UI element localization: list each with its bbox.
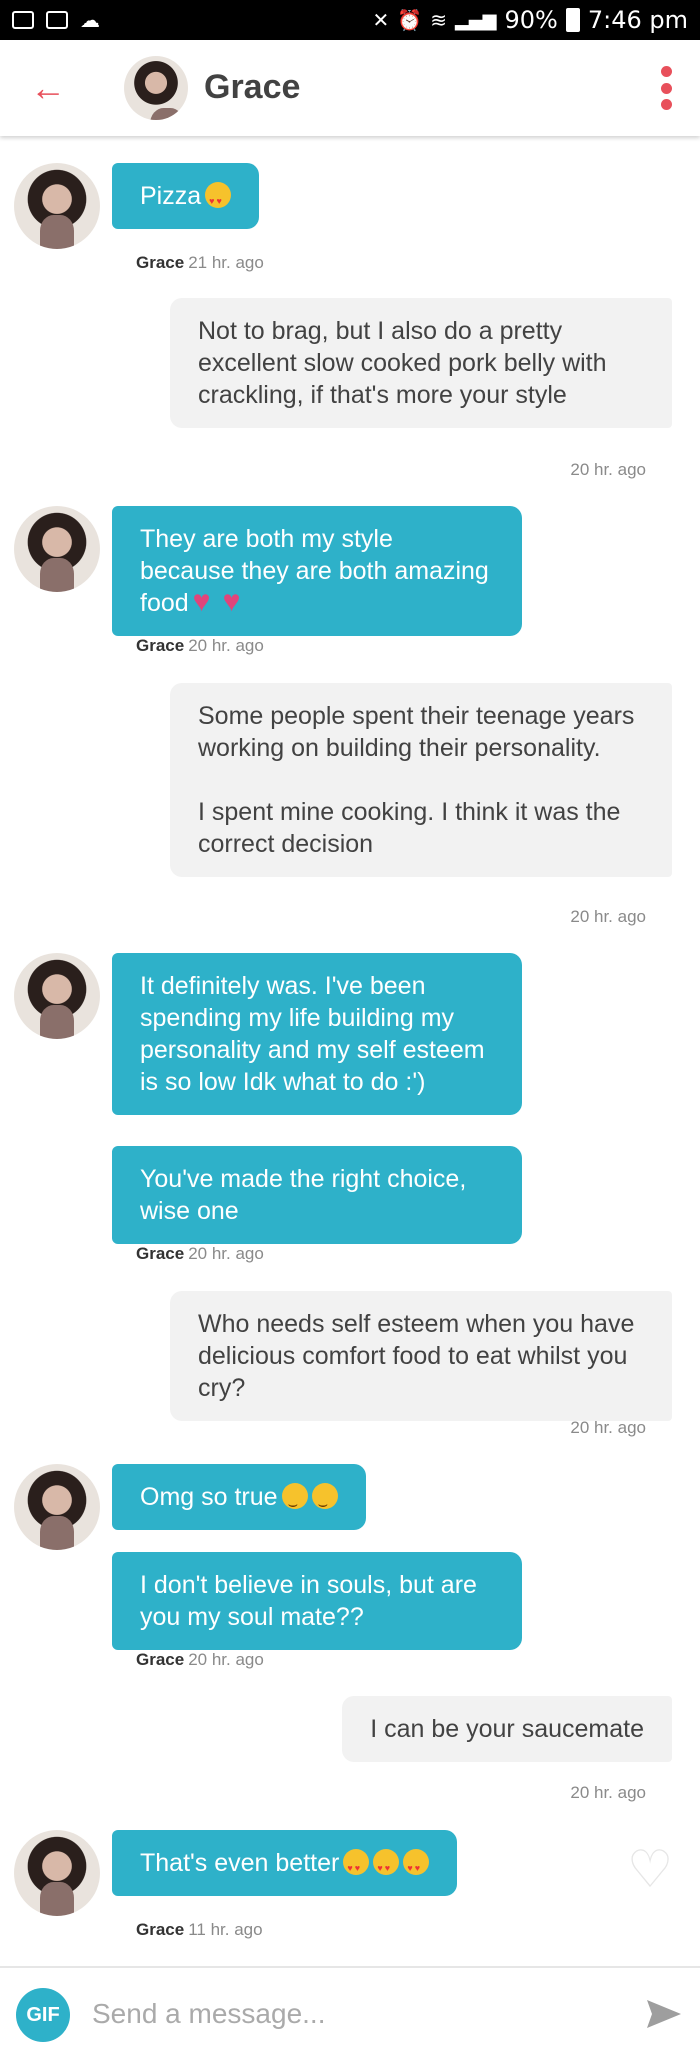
message-bubble-incoming: I don't believe in souls, but are you my… [112,1552,522,1650]
status-bar: ☁ ✕ ⏰ ≋ ▂▄▆ 90% 7:46 pm [0,0,700,40]
more-options-icon[interactable] [656,66,676,110]
mute-icon: ✕ [372,8,390,32]
sparkling-heart-emoji-icon [193,589,219,615]
message-time: 20 hr. ago [570,907,646,926]
message-time: 20 hr. ago [570,460,646,479]
cloud-icon: ☁ [80,9,100,32]
message-bubble-incoming: You've made the right choice, wise one [112,1146,522,1244]
like-heart-icon[interactable]: ♡ [626,1844,674,1896]
message-bubble-incoming: They are both my style because they are … [112,506,522,636]
heart-eyes-emoji-icon [343,1849,370,1884]
message-bubble-incoming: It definitely was. I've been spending my… [112,953,522,1115]
message-bubble-outgoing: I can be your saucemate [342,1696,672,1762]
heart-eyes-emoji-icon [205,182,232,217]
message-bubble-outgoing: Some people spent their teenage years wo… [170,683,672,877]
back-arrow-icon[interactable]: ← [30,70,66,106]
sparkling-heart-emoji-icon [223,589,249,615]
photo-icon [46,11,68,29]
battery-percent: 90% [504,6,558,34]
avatar[interactable] [14,163,100,249]
avatar[interactable] [14,1464,100,1550]
message-bubble-outgoing: Who needs self esteem when you have deli… [170,1291,672,1421]
message-bubble-incoming: Omg so true [112,1464,366,1530]
gallery-icon [12,11,34,29]
chat-header: ← Grace [0,40,700,136]
heart-eyes-emoji-icon [373,1849,400,1884]
contact-name[interactable]: Grace [204,68,300,107]
wifi-icon: ≋ [430,8,447,32]
message-meta: Grace 20 hr. ago [136,1244,264,1263]
message-time: 20 hr. ago [570,1418,646,1437]
message-input[interactable] [92,1990,612,2038]
avatar[interactable] [14,506,100,592]
laughing-emoji-icon [281,1483,308,1521]
avatar[interactable] [124,56,188,120]
clock: 7:46 pm [587,6,688,34]
message-meta: Grace 20 hr. ago [136,636,264,655]
message-bubble-incoming: That's even better [112,1830,458,1896]
send-icon[interactable] [644,1994,684,2034]
message-bubble-outgoing: Not to brag, but I also do a pretty exce… [170,298,672,428]
message-meta: Grace 20 hr. ago [136,1650,264,1669]
message-composer: GIF [0,1966,700,2053]
signal-icon: ▂▄▆ [454,9,497,31]
message-meta: Grace 21 hr. ago [136,253,264,272]
heart-eyes-emoji-icon [403,1849,430,1884]
avatar[interactable] [14,1830,100,1916]
message-time: 20 hr. ago [570,1783,646,1802]
avatar[interactable] [14,953,100,1039]
message-meta: Grace 11 hr. ago [136,1920,263,1939]
battery-icon [565,8,580,32]
alarm-icon: ⏰ [397,8,423,32]
laughing-emoji-icon [311,1483,338,1521]
gif-button[interactable]: GIF [16,1988,70,2042]
message-bubble-incoming: Pizza [112,163,260,229]
